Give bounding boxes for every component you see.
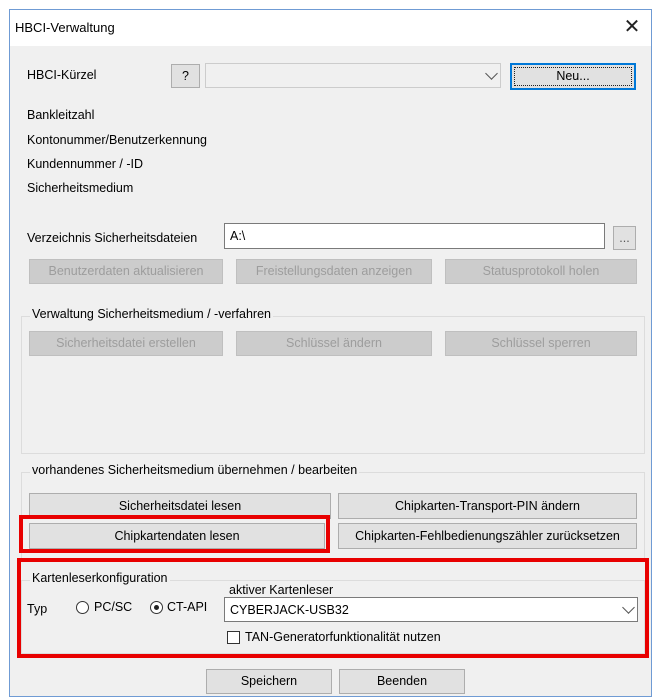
help-button[interactable]: ? [171,64,200,88]
sicherheitsdatei-lesen-button[interactable]: Sicherheitsdatei lesen [29,493,331,519]
verzeichnis-input[interactable]: A:\ [224,223,605,249]
tan-generator-checkbox[interactable] [227,631,240,644]
browse-button[interactable]: ... [613,226,636,250]
kartenleser-group-title: Kartenleserkonfiguration [30,571,170,585]
bankleitzahl-label: Bankleitzahl [27,108,95,122]
close-icon[interactable]: ✕ [619,14,645,40]
benutzerdaten-button[interactable]: Benutzerdaten aktualisieren [29,259,223,284]
typ-label: Typ [27,602,48,616]
kartenleser-value: CYBERJACK-USB32 [230,603,349,617]
sicherheitsmedium-label: Sicherheitsmedium [27,181,134,195]
ctapi-radio[interactable] [150,601,163,614]
chipkartendaten-lesen-button[interactable]: Chipkartendaten lesen [29,523,325,549]
schluessel-aendern-button[interactable]: Schlüssel ändern [236,331,432,356]
title-bar: HBCI-Verwaltung ✕ [10,10,651,46]
statusprotokoll-button[interactable]: Statusprotokoll holen [445,259,637,284]
chevron-down-icon [622,600,635,614]
verzeichnis-value: A:\ [230,229,246,243]
verwaltung-group-title: Verwaltung Sicherheitsmedium / -verfahre… [30,307,274,321]
exit-button[interactable]: Beenden [339,669,465,694]
hbci-kuerzel-label: HBCI-Kürzel [27,68,97,82]
window-title: HBCI-Verwaltung [15,20,115,35]
ctapi-label[interactable]: CT-API [167,600,207,614]
sicherheitsdatei-erstellen-button[interactable]: Sicherheitsdatei erstellen [29,331,223,356]
chevron-down-icon [485,66,498,80]
transport-pin-button[interactable]: Chipkarten-Transport-PIN ändern [338,493,637,519]
schluessel-sperren-button[interactable]: Schlüssel sperren [445,331,637,356]
verzeichnis-label: Verzeichnis Sicherheitsdateien [27,231,198,245]
new-button[interactable]: Neu... [510,63,636,90]
vorhanden-group-title: vorhandenes Sicherheitsmedium übernehmen… [30,463,360,477]
save-button[interactable]: Speichern [206,669,332,694]
kontonummer-label: Kontonummer/Benutzerkennung [27,133,207,147]
radio-selected-dot [154,605,159,610]
fehlbedienungszaehler-button[interactable]: Chipkarten-Fehlbedienungszähler zurückse… [338,523,637,549]
kartenleser-select[interactable]: CYBERJACK-USB32 [224,597,638,622]
kundennummer-label: Kundennummer / -ID [27,157,144,171]
pcsc-radio[interactable] [76,601,89,614]
tan-generator-label[interactable]: TAN-Generatorfunktionalität nutzen [245,630,441,644]
hbci-kuerzel-select[interactable] [205,63,501,88]
freistellungsdaten-button[interactable]: Freistellungsdaten anzeigen [236,259,432,284]
aktiver-kartenleser-label: aktiver Kartenleser [229,583,334,597]
pcsc-label[interactable]: PC/SC [94,600,132,614]
